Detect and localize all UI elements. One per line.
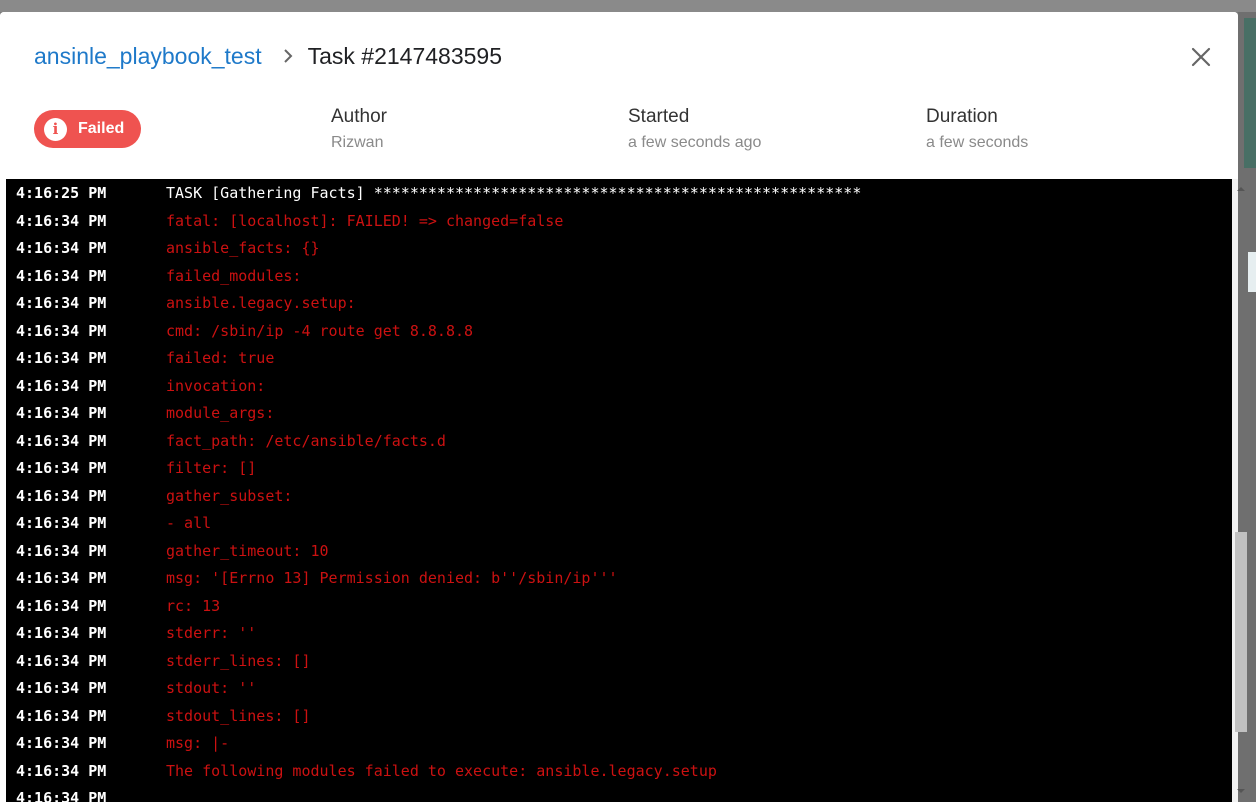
- log-row: 4:16:34 PM failed_modules:: [6, 262, 1226, 290]
- log-timestamp: 4:16:34 PM: [16, 651, 107, 670]
- backdrop-content-hint: [1248, 252, 1256, 292]
- log-row: 4:16:34 PM gather_timeout: 10: [6, 537, 1226, 565]
- log-row: 4:16:34 PM cmd: /sbin/ip -4 route get 8.8…: [6, 317, 1226, 345]
- log-message: msg: |-: [166, 734, 230, 752]
- log-row: 4:16:34 PM filter: []: [6, 454, 1226, 482]
- log-timestamp: 4:16:34 PM: [16, 376, 107, 395]
- log-message: stdout: '': [166, 679, 257, 697]
- log-message: filter: []: [166, 459, 257, 477]
- author-meta: Author Rizwan: [331, 105, 387, 154]
- task-dialog: ansinle_playbook_test Task #2147483595 i…: [0, 12, 1238, 802]
- log-row: 4:16:34 PM failed: true: [6, 344, 1226, 372]
- log-message: gather_subset:: [166, 486, 293, 505]
- log-row: 4:16:34 PM rc: 13: [6, 592, 1226, 620]
- log-timestamp: 4:16:34 PM: [16, 624, 107, 642]
- log-timestamp: 4:16:34 PM: [16, 706, 107, 725]
- log-timestamp: 4:16:34 PM: [16, 569, 107, 587]
- log-row: 4:16:34 PM The following modules failed t…: [6, 757, 1226, 785]
- log-message: rc: 13: [166, 596, 221, 615]
- log-timestamp: 4:16:34 PM: [16, 541, 107, 560]
- log-message: module_args:: [166, 404, 275, 422]
- chevron-right-icon: [283, 49, 293, 63]
- log-message: cmd: /sbin/ip -4 route get 8.8.8.8: [166, 321, 474, 340]
- log-message: stderr: '': [166, 624, 257, 642]
- log-row: 4:16:25 PM TASK [Gathering Facts] *******…: [6, 179, 1226, 207]
- close-button[interactable]: [1184, 40, 1218, 74]
- log-message: invocation:: [166, 376, 266, 395]
- log-row: 4:16:34 PM stderr_lines: []: [6, 647, 1226, 675]
- task-title: Task #2147483595: [307, 42, 502, 69]
- log-message: fact_path: /etc/ansible/facts.d: [166, 431, 446, 450]
- log-row: 4:16:34 PM: [6, 784, 1226, 802]
- log-message: failed: true: [166, 349, 275, 367]
- log-timestamp: 4:16:34 PM: [16, 789, 107, 802]
- log-message: gather_timeout: 10: [166, 541, 329, 560]
- log-timestamp: 4:16:34 PM: [16, 266, 107, 285]
- scroll-down-arrow-icon[interactable]: [1234, 784, 1248, 798]
- log-row: 4:16:34 PM stdout_lines: []: [6, 702, 1226, 730]
- log-timestamp: 4:16:25 PM: [16, 184, 107, 202]
- log-timestamp: 4:16:34 PM: [16, 679, 107, 697]
- backdrop-sidebar-hint: [1244, 18, 1256, 168]
- log-message: ansible.legacy.setup:: [166, 294, 356, 312]
- log-timestamp: 4:16:34 PM: [16, 349, 107, 367]
- duration-meta: Duration a few seconds: [926, 105, 1028, 154]
- duration-label: Duration: [926, 106, 998, 127]
- log-timestamp: 4:16:34 PM: [16, 596, 107, 615]
- log-timestamp: 4:16:34 PM: [16, 404, 107, 422]
- log-message: The following modules failed to execute:…: [166, 761, 717, 780]
- author-value: Rizwan: [331, 134, 384, 151]
- log-timestamp: 4:16:34 PM: [16, 294, 107, 312]
- log-timestamp: 4:16:34 PM: [16, 431, 107, 450]
- duration-value: a few seconds: [926, 134, 1029, 151]
- log-timestamp: 4:16:34 PM: [16, 514, 107, 532]
- log-row: 4:16:34 PM fact_path: /etc/ansible/facts.…: [6, 427, 1226, 455]
- breadcrumb: ansinle_playbook_test Task #2147483595: [34, 40, 502, 72]
- status-label: Failed: [78, 120, 125, 137]
- dialog-header: ansinle_playbook_test Task #2147483595 i…: [0, 12, 1238, 179]
- log-row: 4:16:34 PM invocation:: [6, 372, 1226, 400]
- info-icon: i: [44, 117, 67, 141]
- log-row: 4:16:34 PM ansible.legacy.setup:: [6, 289, 1226, 317]
- started-meta: Started a few seconds ago: [628, 105, 761, 154]
- log-row: 4:16:34 PM stderr: '': [6, 619, 1226, 647]
- scrollbar-thumb[interactable]: [1235, 532, 1247, 732]
- log-message: failed_modules:: [166, 266, 302, 285]
- started-value: a few seconds ago: [628, 134, 762, 151]
- status-badge: i Failed: [34, 110, 141, 148]
- log-message: stdout_lines: []: [166, 706, 311, 725]
- log-timestamp: 4:16:34 PM: [16, 321, 107, 340]
- log-timestamp: 4:16:34 PM: [16, 239, 107, 257]
- log-timestamp: 4:16:34 PM: [16, 761, 107, 780]
- started-label: Started: [628, 106, 690, 127]
- log-row: 4:16:34 PM stdout: '': [6, 674, 1226, 702]
- log-row: 4:16:34 PM gather_subset:: [6, 482, 1226, 510]
- log-timestamp: 4:16:34 PM: [16, 486, 107, 505]
- log-console[interactable]: 4:16:25 PM TASK [Gathering Facts] *******…: [6, 179, 1232, 802]
- close-icon: [1191, 47, 1211, 67]
- log-timestamp: 4:16:34 PM: [16, 459, 107, 477]
- log-row: 4:16:34 PM - all: [6, 509, 1226, 537]
- log-message: ansible_facts: {}: [166, 239, 320, 257]
- log-row: 4:16:34 PM ansible_facts: {}: [6, 234, 1226, 262]
- log-message: stderr_lines: []: [166, 651, 311, 670]
- log-timestamp: 4:16:34 PM: [16, 211, 107, 230]
- log-row: 4:16:34 PM module_args:: [6, 399, 1226, 427]
- log-message: TASK [Gathering Facts] *****************…: [166, 184, 862, 202]
- log-message: fatal: [localhost]: FAILED! => changed=f…: [166, 211, 564, 230]
- log-message: - all: [166, 514, 212, 532]
- backdrop: [0, 0, 1256, 12]
- log-row: 4:16:34 PM fatal: [localhost]: FAILED! =>…: [6, 207, 1226, 235]
- log-row: 4:16:34 PM msg: '[Errno 13] Permission de…: [6, 564, 1226, 592]
- project-link[interactable]: ansinle_playbook_test: [34, 43, 262, 70]
- author-label: Author: [331, 106, 387, 127]
- scroll-up-arrow-icon[interactable]: [1234, 182, 1248, 196]
- log-row: 4:16:34 PM msg: |-: [6, 729, 1226, 757]
- log-message: msg: '[Errno 13] Permission denied: b''/…: [166, 569, 618, 587]
- log-timestamp: 4:16:34 PM: [16, 734, 107, 752]
